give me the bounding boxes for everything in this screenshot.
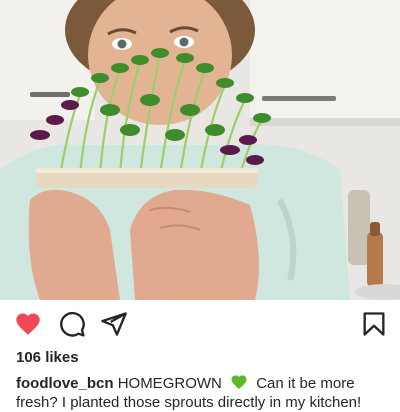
- post-photo[interactable]: [0, 0, 400, 300]
- post-action-bar: [0, 300, 400, 346]
- post-caption: foodlove_bcn HOMEGROWN Can it be more fr…: [16, 373, 390, 412]
- bookmark-icon[interactable]: [360, 310, 388, 338]
- caption-text-rest: Can it be more: [256, 375, 355, 392]
- send-icon[interactable]: [100, 310, 128, 338]
- heart-icon[interactable]: [14, 310, 42, 338]
- caption-username[interactable]: foodlove_bcn: [16, 375, 114, 392]
- comment-icon[interactable]: [58, 310, 86, 338]
- green-heart-emoji-icon: [231, 375, 247, 389]
- likes-count[interactable]: 106 likes: [16, 349, 79, 367]
- caption-text-start: HOMEGROWN: [117, 375, 222, 392]
- caption-text-line2: fresh? I planted those sprouts directly …: [16, 394, 362, 411]
- photo-illustration: [0, 0, 400, 300]
